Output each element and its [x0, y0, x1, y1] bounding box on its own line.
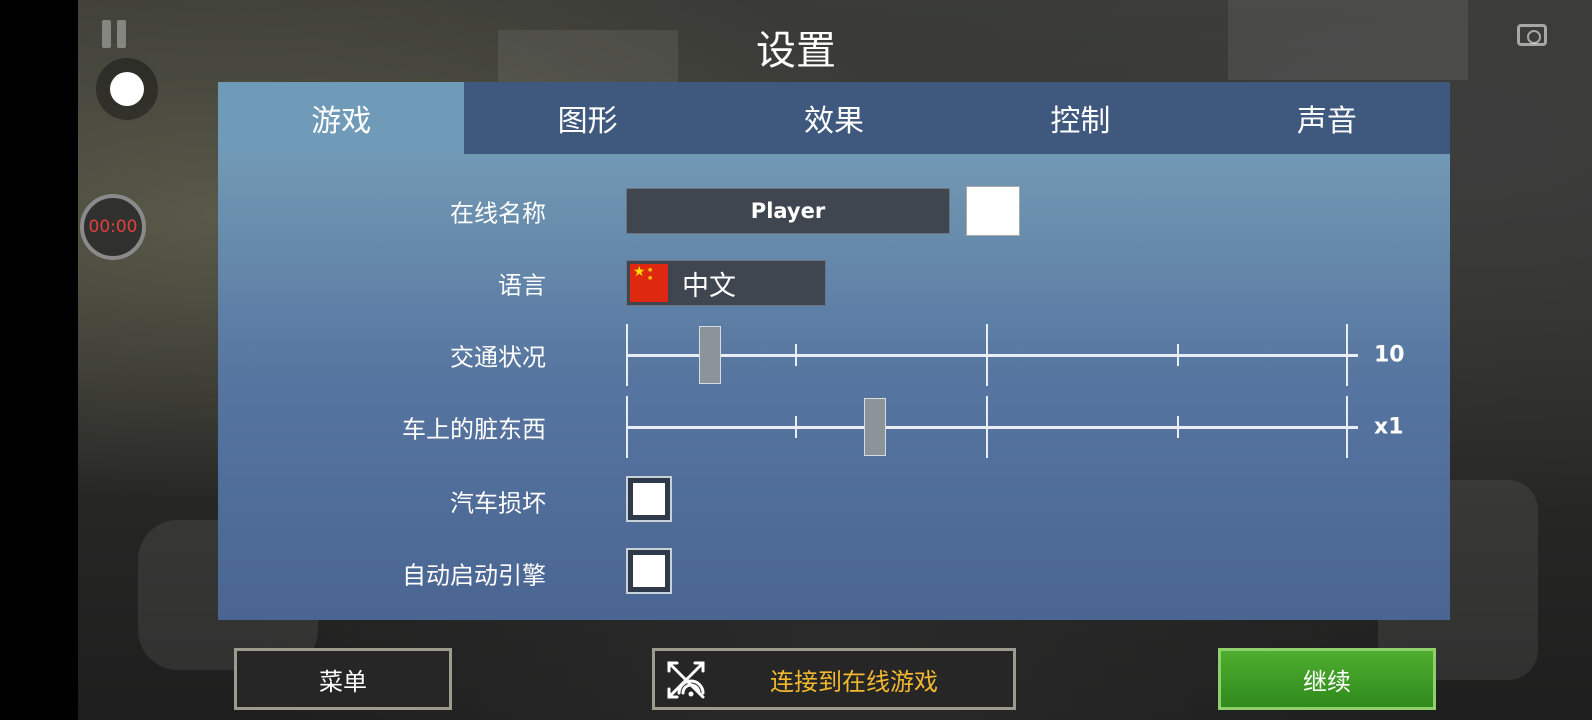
slider-tick [626, 324, 628, 386]
connect-online-button[interactable]: 连接到在线游戏 [652, 648, 1016, 710]
slider-tick [795, 344, 797, 366]
auto-start-label: 自动启动引擎 [402, 561, 546, 590]
auto-start-row: 自动启动引擎 [218, 548, 1450, 598]
slider-tick [986, 396, 988, 458]
language-row: 语言 中文 [218, 258, 1450, 308]
page-title: 设置 [756, 28, 836, 74]
slider-track [626, 354, 1358, 357]
car-damage-checkbox[interactable] [626, 476, 672, 522]
traffic-slider-thumb[interactable] [699, 326, 722, 384]
name-color-picker[interactable] [966, 186, 1020, 236]
continue-button-label: 继续 [1303, 667, 1351, 696]
online-name-row: 在线名称 Player [218, 186, 1450, 236]
record-dot-icon [110, 72, 144, 106]
menu-button[interactable]: 菜单 [234, 648, 452, 710]
left-black-rail [0, 0, 78, 720]
dirt-row: 车上的脏东西 x1 [218, 396, 1450, 458]
online-name-label: 在线名称 [450, 199, 546, 228]
online-network-icon [667, 661, 705, 699]
traffic-row: 交通状况 10 [218, 324, 1450, 386]
traffic-value: 10 [1374, 342, 1405, 368]
settings-panel: 游戏 图形 效果 控制 声音 在线名称 Player 语言 中文 交通状况 10 [218, 82, 1450, 620]
slider-tick [626, 396, 628, 458]
online-name-input[interactable]: Player [626, 188, 950, 234]
language-select[interactable]: 中文 [626, 260, 826, 306]
recording-timer: 00:00 [80, 194, 146, 260]
slider-tick [1346, 396, 1348, 458]
language-label: 语言 [498, 271, 546, 300]
china-flag-icon [630, 264, 668, 302]
tab-controls[interactable]: 控制 [957, 82, 1203, 154]
tab-graphics[interactable]: 图形 [464, 82, 710, 154]
slider-tick [1177, 416, 1179, 438]
tab-effects[interactable]: 效果 [711, 82, 957, 154]
menu-button-label: 菜单 [319, 667, 367, 696]
slider-tick [1346, 324, 1348, 386]
connect-online-label: 连接到在线游戏 [770, 667, 938, 696]
slider-tick [1177, 344, 1179, 366]
dirt-slider-thumb[interactable] [863, 398, 886, 456]
car-damage-row: 汽车损坏 [218, 476, 1450, 526]
slider-tick [795, 416, 797, 438]
dirt-label: 车上的脏东西 [402, 415, 546, 444]
dirt-slider[interactable] [626, 396, 1358, 458]
auto-start-checkbox[interactable] [626, 548, 672, 594]
settings-tabs: 游戏 图形 效果 控制 声音 [218, 82, 1450, 154]
tab-game[interactable]: 游戏 [218, 82, 465, 154]
traffic-label: 交通状况 [450, 343, 546, 372]
continue-button[interactable]: 继续 [1218, 648, 1436, 710]
slider-track [626, 426, 1358, 429]
traffic-slider[interactable] [626, 324, 1358, 386]
dirt-value: x1 [1374, 414, 1404, 440]
tab-sound[interactable]: 声音 [1204, 82, 1450, 154]
language-value: 中文 [682, 270, 736, 302]
car-damage-label: 汽车损坏 [450, 489, 546, 518]
slider-tick [986, 324, 988, 386]
